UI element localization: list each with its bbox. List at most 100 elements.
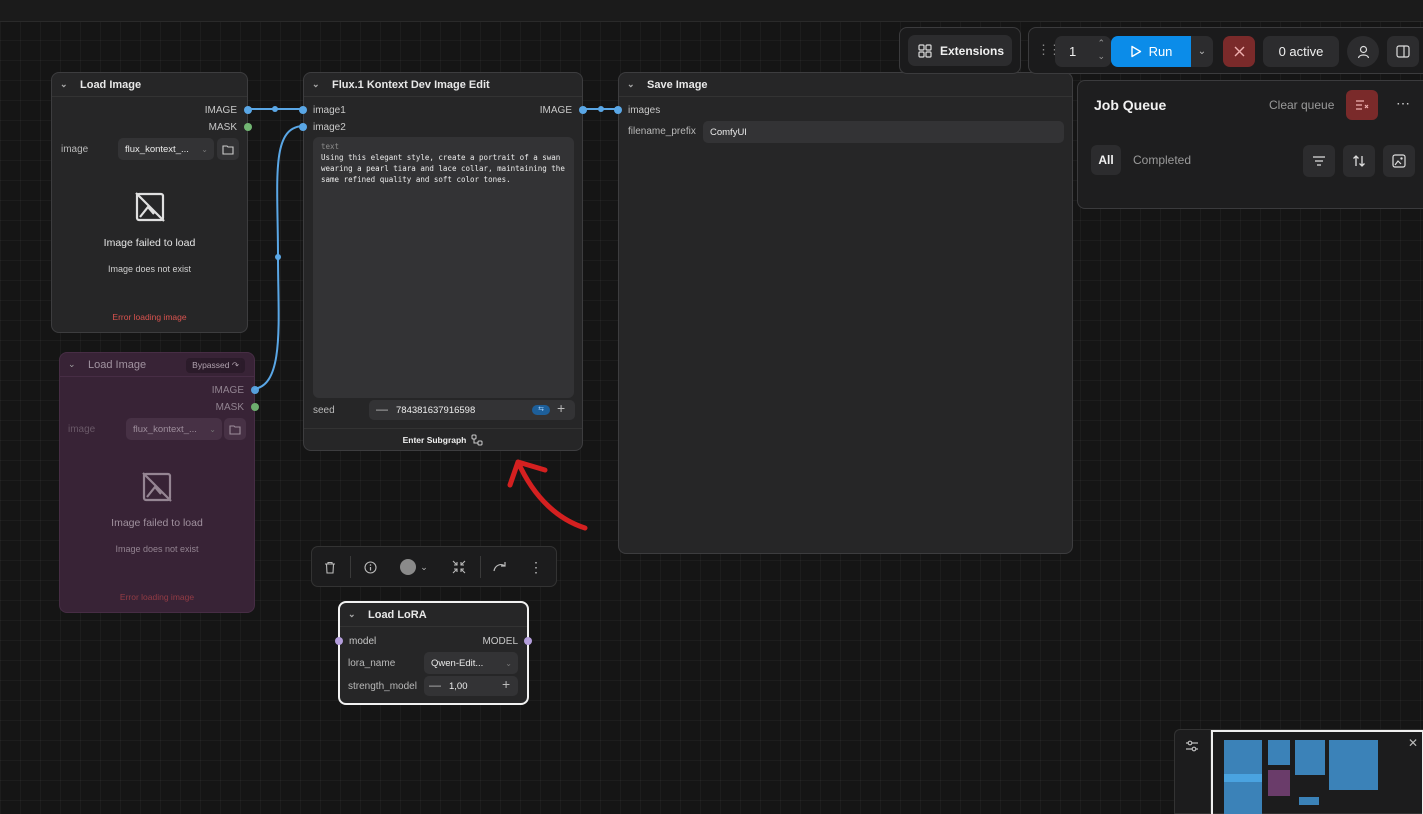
seed-value: 784381637916598 xyxy=(396,405,476,416)
run-mode-dropdown[interactable]: ⌄ xyxy=(1191,36,1213,67)
bypass-icon[interactable] xyxy=(490,557,510,577)
strength-label: strength_model xyxy=(348,681,417,692)
filter-icon xyxy=(1313,156,1325,166)
upload-folder-icon[interactable] xyxy=(217,138,239,160)
node-header[interactable]: ⌄ Save Image xyxy=(619,73,1072,97)
color-swatch xyxy=(400,559,417,575)
prefix-label: filename_prefix xyxy=(628,126,696,137)
node-title: Load Image xyxy=(88,358,147,371)
selection-toolbox: ⌄ ⋮ xyxy=(311,546,557,587)
cancel-run-button[interactable] xyxy=(1223,36,1255,67)
output-model-port[interactable] xyxy=(524,637,532,645)
close-icon[interactable]: ✕ xyxy=(1408,736,1418,750)
node-title: Load Image xyxy=(80,78,142,91)
play-icon xyxy=(1130,45,1141,58)
tab-label: All xyxy=(1098,153,1114,167)
minimap[interactable]: ✕ xyxy=(1210,729,1423,814)
output-image-port[interactable] xyxy=(251,386,259,394)
active-jobs-button[interactable]: 0 active xyxy=(1263,36,1339,67)
batch-count-input[interactable]: 1 ⌃ ⌄ xyxy=(1055,36,1111,67)
increment-chevron-icon[interactable]: ⌃ xyxy=(1097,38,1105,49)
input-image2-port[interactable] xyxy=(299,123,307,131)
output-image-port[interactable] xyxy=(244,106,252,114)
increment-icon[interactable]: + xyxy=(557,400,565,416)
load-image-bypassed-node[interactable]: ⌄ Load Image Bypassed ↷ IMAGE MASK image… xyxy=(59,352,259,613)
input-label: images xyxy=(628,104,661,116)
output-label: MASK xyxy=(215,401,244,413)
collapse-chevron-icon[interactable]: ⌄ xyxy=(68,359,82,370)
strength-number-input[interactable]: — 1,00 + xyxy=(424,676,518,696)
image-gallery-button[interactable] xyxy=(1383,145,1415,177)
upload-folder-icon[interactable] xyxy=(224,418,246,440)
input-image1-port[interactable] xyxy=(299,106,307,114)
image-failed-block: Image failed to load Image does not exis… xyxy=(60,471,254,602)
node-header[interactable]: ⌄ Load LoRA xyxy=(340,603,527,627)
subgraph-label: Enter Subgraph xyxy=(402,434,467,445)
output-mask: MASK xyxy=(216,399,244,415)
load-lora-node[interactable]: ⌄ Load LoRA model MODEL lora_name Qwen-E… xyxy=(335,601,532,705)
node-title: Load LoRA xyxy=(368,608,427,621)
extensions-button[interactable]: Extensions xyxy=(908,35,1012,66)
run-button[interactable]: Run xyxy=(1111,36,1191,67)
more-options-icon[interactable]: ⋮ xyxy=(526,557,546,577)
output-image: IMAGE xyxy=(212,382,244,398)
link-bypassed-to-image2 xyxy=(253,125,305,390)
user-profile-button[interactable] xyxy=(1347,36,1379,67)
enter-subgraph-button[interactable]: Enter Subgraph xyxy=(304,428,582,450)
tab-all[interactable]: All xyxy=(1091,145,1121,175)
input-model-port[interactable] xyxy=(335,637,343,645)
save-image-node[interactable]: ⌄ Save Image images filename_prefix Comf… xyxy=(614,72,1073,554)
select-value: flux_kontext_... xyxy=(125,143,189,155)
minimap-settings-button[interactable] xyxy=(1174,729,1211,814)
decrement-icon[interactable]: — xyxy=(429,678,441,692)
seed-label: seed xyxy=(313,405,335,416)
tab-completed[interactable]: Completed xyxy=(1133,153,1191,167)
info-icon[interactable] xyxy=(360,557,380,577)
output-image-port[interactable] xyxy=(579,106,587,114)
filename-prefix-input[interactable]: ComfyUI xyxy=(703,121,1064,143)
node-header[interactable]: ⌄ Flux.1 Kontext Dev Image Edit xyxy=(304,73,582,97)
clear-queue-button[interactable] xyxy=(1346,90,1378,120)
minimap-node xyxy=(1329,740,1378,790)
sort-button[interactable] xyxy=(1343,145,1375,177)
randomize-toggle-icon[interactable]: ⇆ xyxy=(532,405,550,415)
image-select[interactable]: flux_kontext_... ⌄ xyxy=(118,138,214,160)
more-options-icon[interactable]: ⋯ xyxy=(1396,95,1410,112)
trash-icon[interactable] xyxy=(320,557,340,577)
increment-icon[interactable]: + xyxy=(502,676,510,692)
node-title: Flux.1 Kontext Dev Image Edit xyxy=(332,78,490,91)
output-image: IMAGE xyxy=(540,102,572,118)
select-value: flux_kontext_... xyxy=(133,423,197,435)
run-toolbar: ⋮⋮ 1 ⌃ ⌄ Run ⌄ 0 active xyxy=(1028,27,1423,74)
badge-label: Bypassed xyxy=(192,360,230,370)
collapse-arrows-icon[interactable] xyxy=(449,557,469,577)
filter-button[interactable] xyxy=(1303,145,1335,177)
color-picker-button[interactable]: ⌄ xyxy=(394,557,434,577)
decrement-chevron-icon[interactable]: ⌄ xyxy=(1097,51,1105,62)
seed-number-input[interactable]: — 784381637916598 ⇆ + xyxy=(369,400,575,420)
image-select[interactable]: flux_kontext_... ⌄ xyxy=(126,418,222,440)
node-header[interactable]: ⌄ Load Image xyxy=(52,73,247,97)
bypassed-badge[interactable]: Bypassed ↷ xyxy=(186,358,245,373)
text-prompt-area[interactable]: text Using this elegant style, create a … xyxy=(313,137,574,398)
toggle-panel-button[interactable] xyxy=(1387,36,1419,67)
collapse-chevron-icon[interactable]: ⌄ xyxy=(312,79,326,90)
collapse-chevron-icon[interactable]: ⌄ xyxy=(348,609,362,620)
load-image-node[interactable]: ⌄ Load Image IMAGE MASK image flux_konte… xyxy=(51,72,252,333)
input-label: model xyxy=(349,635,377,647)
top-strip xyxy=(0,0,1423,22)
link-midpoint xyxy=(598,106,604,112)
chevron-down-icon: ⌄ xyxy=(201,144,208,154)
flux-kontext-node[interactable]: ⌄ Flux.1 Kontext Dev Image Edit image1 i… xyxy=(299,72,587,451)
output-mask-port[interactable] xyxy=(244,123,252,131)
decrement-icon[interactable]: — xyxy=(376,402,388,416)
collapse-chevron-icon[interactable]: ⌄ xyxy=(60,79,74,90)
minimap-node xyxy=(1224,774,1262,782)
collapse-chevron-icon[interactable]: ⌄ xyxy=(627,79,641,90)
output-label: MASK xyxy=(208,121,237,133)
lora-name-select[interactable]: Qwen-Edit... ⌄ xyxy=(424,652,518,674)
output-mask-port[interactable] xyxy=(251,403,259,411)
input-images-port[interactable] xyxy=(614,106,622,114)
text-prompt-value[interactable]: Using this elegant style, create a portr… xyxy=(321,152,566,185)
node-header[interactable]: ⌄ Load Image Bypassed ↷ xyxy=(60,353,254,377)
